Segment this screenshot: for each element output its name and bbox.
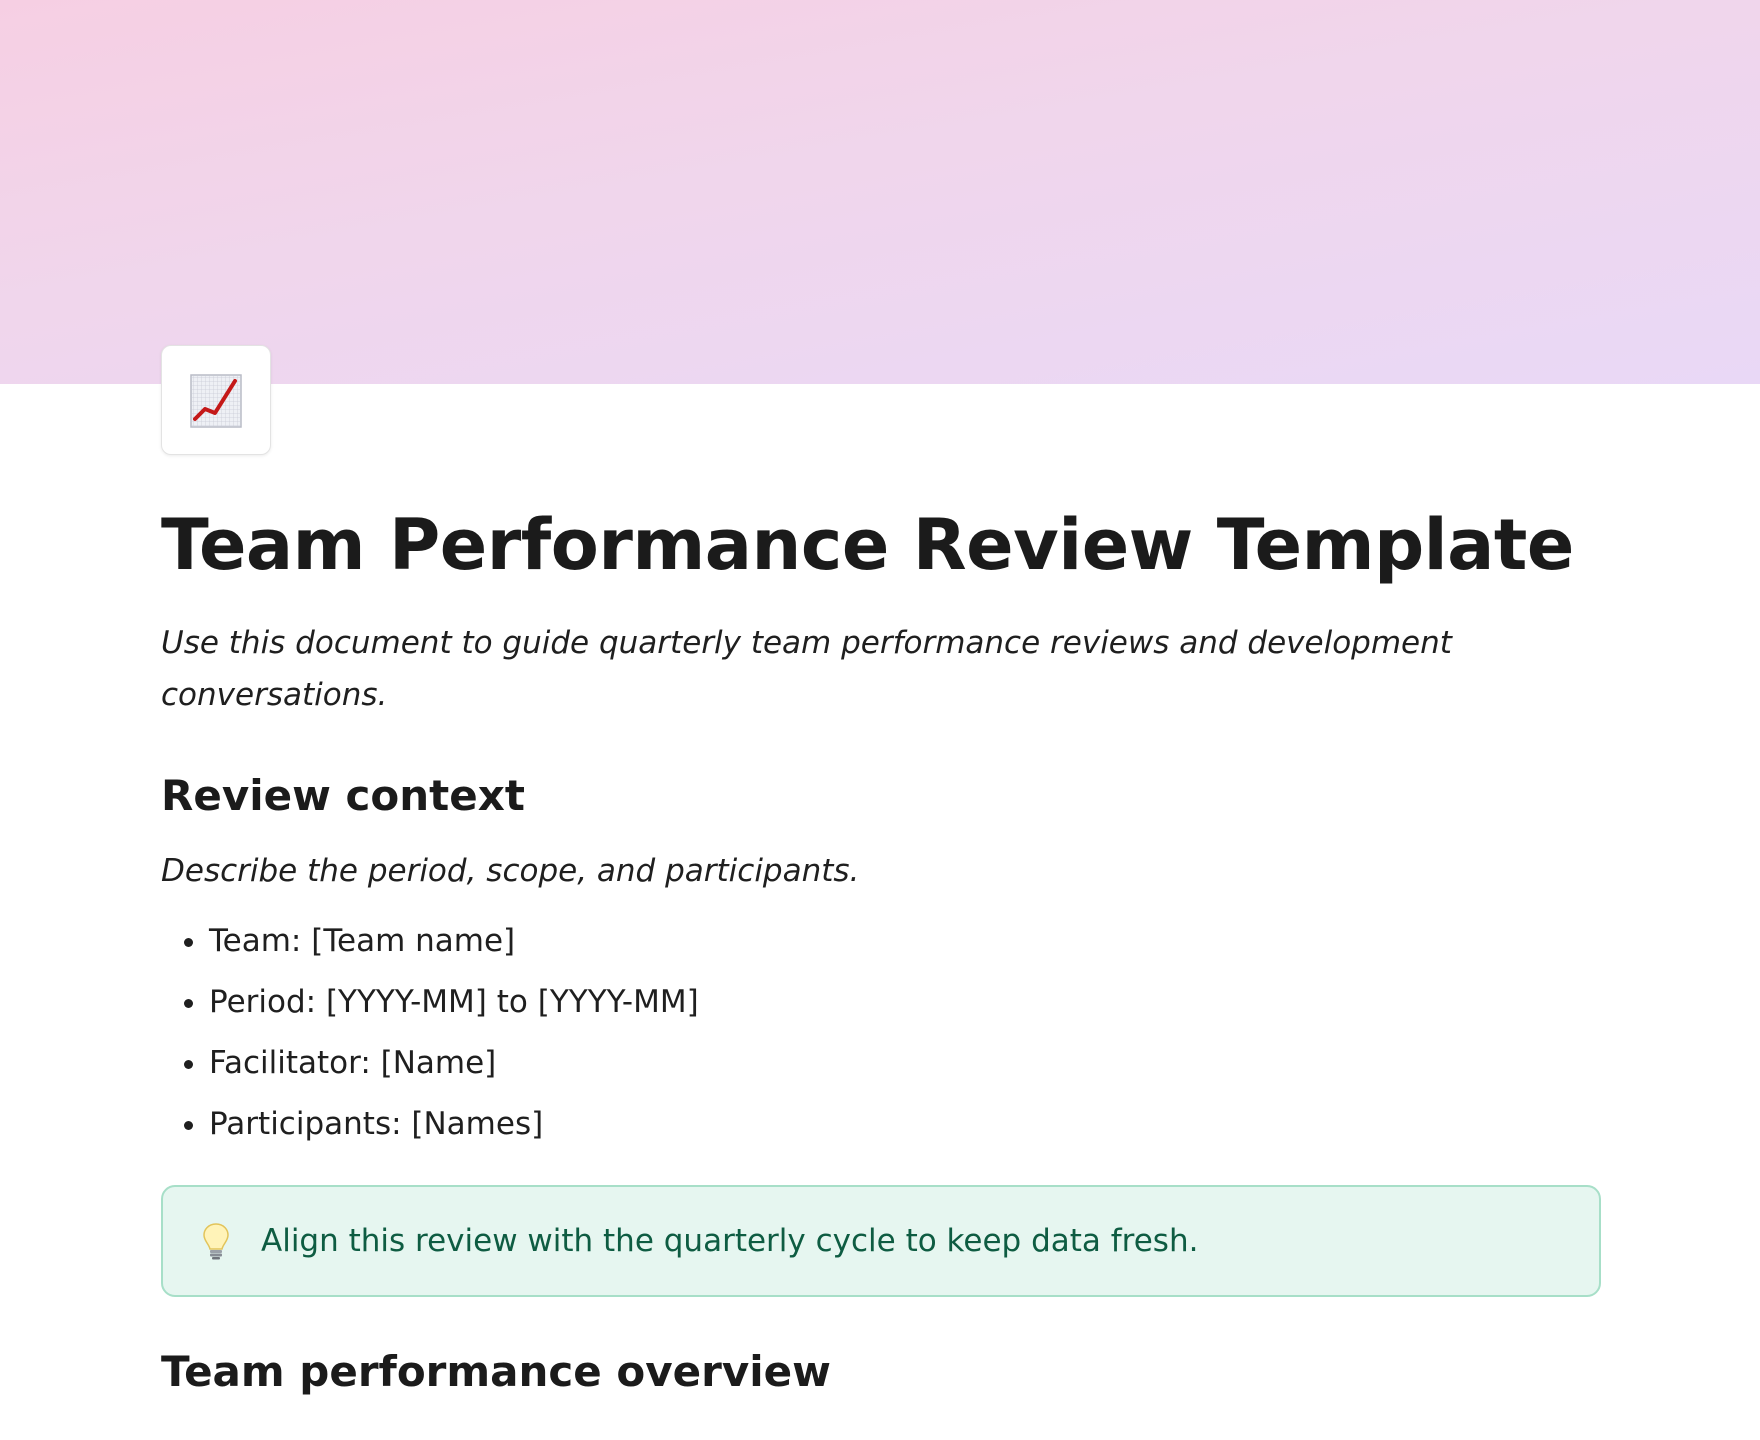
list-item[interactable]: Participants: [Names] bbox=[209, 1094, 1601, 1155]
list-item[interactable]: Period: [YYYY-MM] to [YYYY-MM] bbox=[209, 972, 1601, 1033]
lightbulb-icon bbox=[201, 1221, 231, 1261]
page-subtitle[interactable]: Use this document to guide quarterly tea… bbox=[161, 617, 1461, 721]
page-cover[interactable] bbox=[0, 0, 1760, 384]
review-context-description[interactable]: Describe the period, scope, and particip… bbox=[161, 850, 1601, 893]
heading-review-context[interactable]: Review context bbox=[161, 769, 1601, 824]
document-content: Team Performance Review Template Use thi… bbox=[161, 500, 1601, 1400]
document-page: Team Performance Review Template Use thi… bbox=[0, 0, 1760, 1440]
page-icon-button[interactable] bbox=[161, 345, 271, 455]
callout-text[interactable]: Align this review with the quarterly cyc… bbox=[261, 1223, 1198, 1259]
tip-callout[interactable]: Align this review with the quarterly cyc… bbox=[161, 1184, 1601, 1297]
list-item[interactable]: Facilitator: [Name] bbox=[209, 1033, 1601, 1094]
review-context-list: Team: [Team name] Period: [YYYY-MM] to [… bbox=[161, 911, 1601, 1155]
list-item[interactable]: Team: [Team name] bbox=[209, 911, 1601, 972]
heading-team-performance-overview[interactable]: Team performance overview bbox=[161, 1345, 1601, 1400]
page-title[interactable]: Team Performance Review Template bbox=[161, 500, 1601, 591]
chart-increasing-icon bbox=[190, 374, 242, 428]
